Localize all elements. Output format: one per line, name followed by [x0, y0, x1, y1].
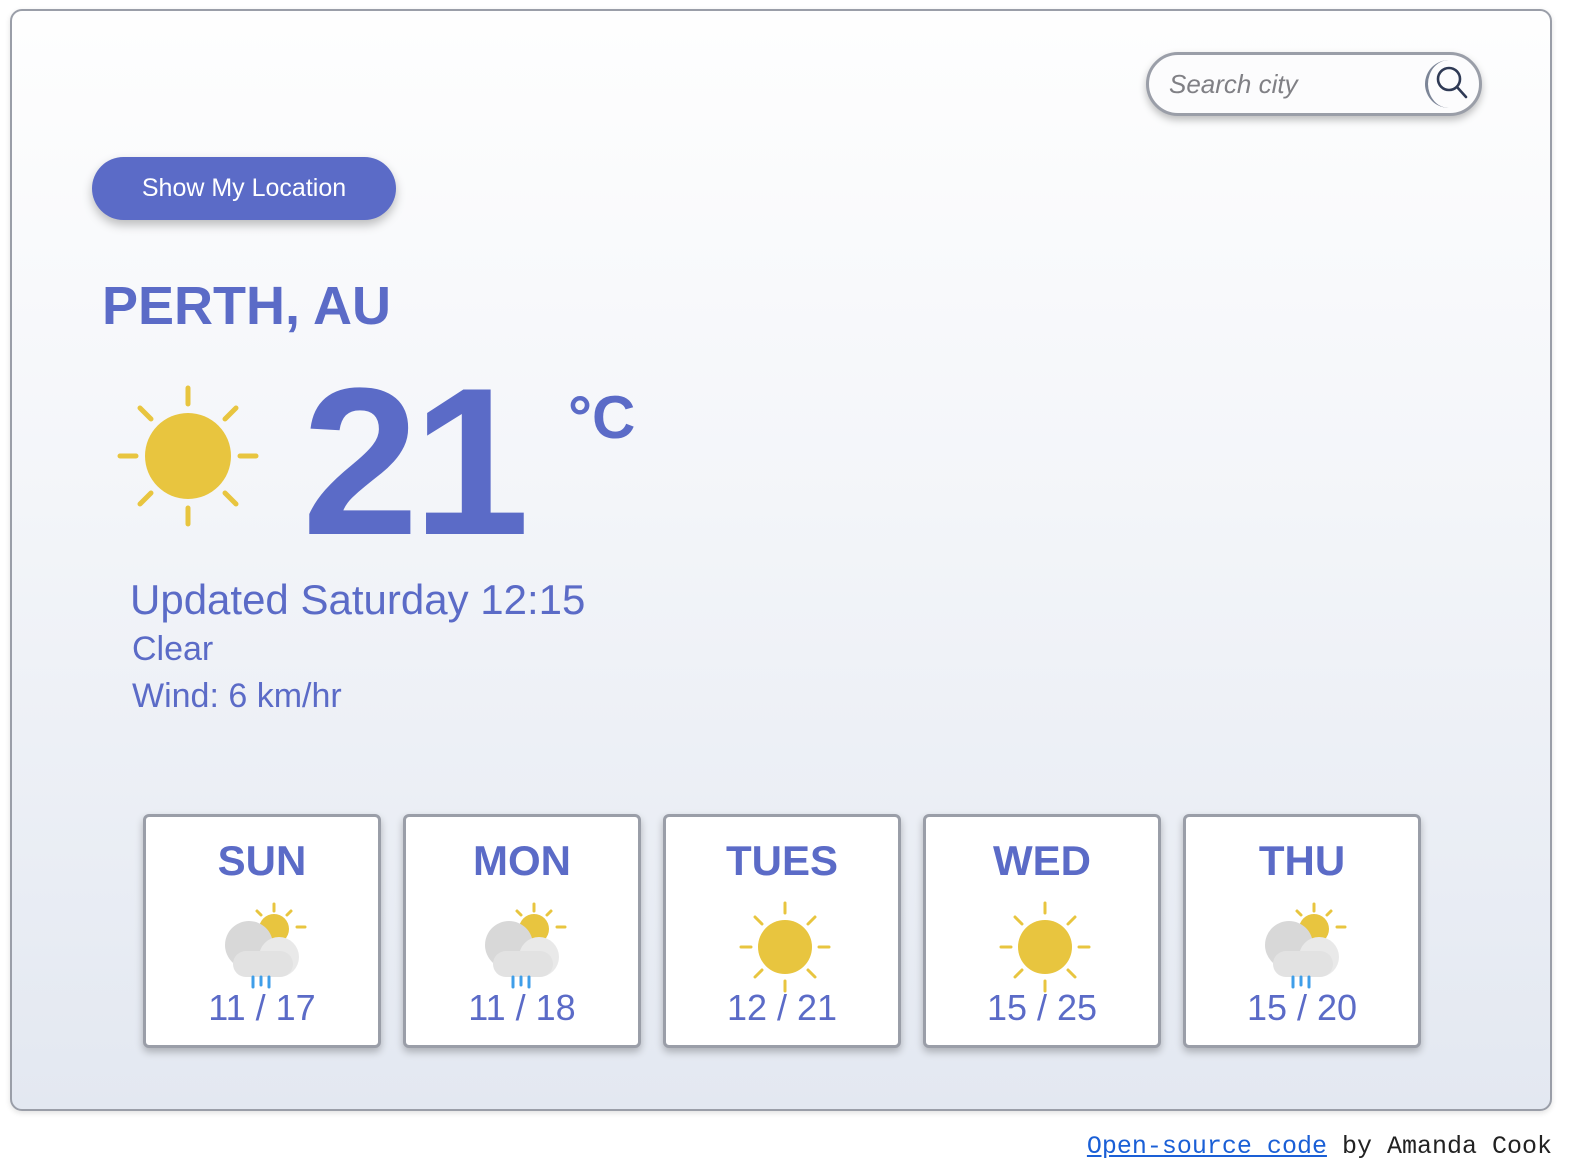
forecast-day-card: SUN 11 / 17 — [143, 814, 381, 1048]
forecast-day-card: THU 15 / 20 — [1183, 814, 1421, 1048]
forecast-temps: 15 / 20 — [1246, 987, 1358, 1028]
updated-time: Updated Saturday 12:15 — [130, 576, 586, 623]
weather-description: Clear — [132, 630, 214, 668]
search-button[interactable] — [1425, 60, 1473, 108]
forecast-day-card: WED 15 / 25 — [923, 814, 1161, 1048]
city-name: PERTH, AU — [102, 276, 392, 336]
forecast-day-name: THU — [1258, 837, 1346, 884]
partly-cloudy-rain-icon — [479, 901, 571, 998]
footer-credit: Open-source code by Amanda Cook — [1087, 1132, 1552, 1161]
wind-speed: Wind: 6 km/hr — [132, 677, 342, 715]
forecast-temps: 11 / 17 — [208, 987, 316, 1028]
forecast-temps: 15 / 25 — [986, 987, 1098, 1028]
search-input[interactable] — [1169, 68, 1419, 100]
sun-icon — [739, 901, 831, 998]
forecast-day-name: MON — [473, 837, 571, 884]
forecast-day-name: SUN — [217, 837, 307, 884]
forecast-day-name: TUES — [725, 837, 838, 884]
current-temperature: 21 — [302, 344, 530, 579]
forecast-day-name: WED — [993, 837, 1091, 884]
show-my-location-button[interactable]: Show My Location — [92, 157, 396, 220]
forecast-day-card: MON 11 / 18 — [403, 814, 641, 1048]
search-icon — [1436, 66, 1468, 99]
sun-icon — [116, 384, 260, 533]
temperature-unit: °C — [568, 384, 636, 451]
footer-author: by Amanda Cook — [1326, 1132, 1552, 1161]
forecast-temps: 11 / 18 — [468, 987, 576, 1028]
open-source-code-link[interactable]: Open-source code — [1087, 1132, 1327, 1161]
partly-cloudy-rain-icon — [1259, 901, 1351, 998]
weather-app-card: Show My Location PERTH, AU 21 °C Updated… — [10, 9, 1552, 1111]
sun-icon — [999, 901, 1091, 998]
search-form — [1146, 52, 1482, 116]
forecast-day-card: TUES 12 / 21 — [663, 814, 901, 1048]
partly-cloudy-rain-icon — [219, 901, 311, 998]
forecast-temps: 12 / 21 — [726, 987, 838, 1028]
